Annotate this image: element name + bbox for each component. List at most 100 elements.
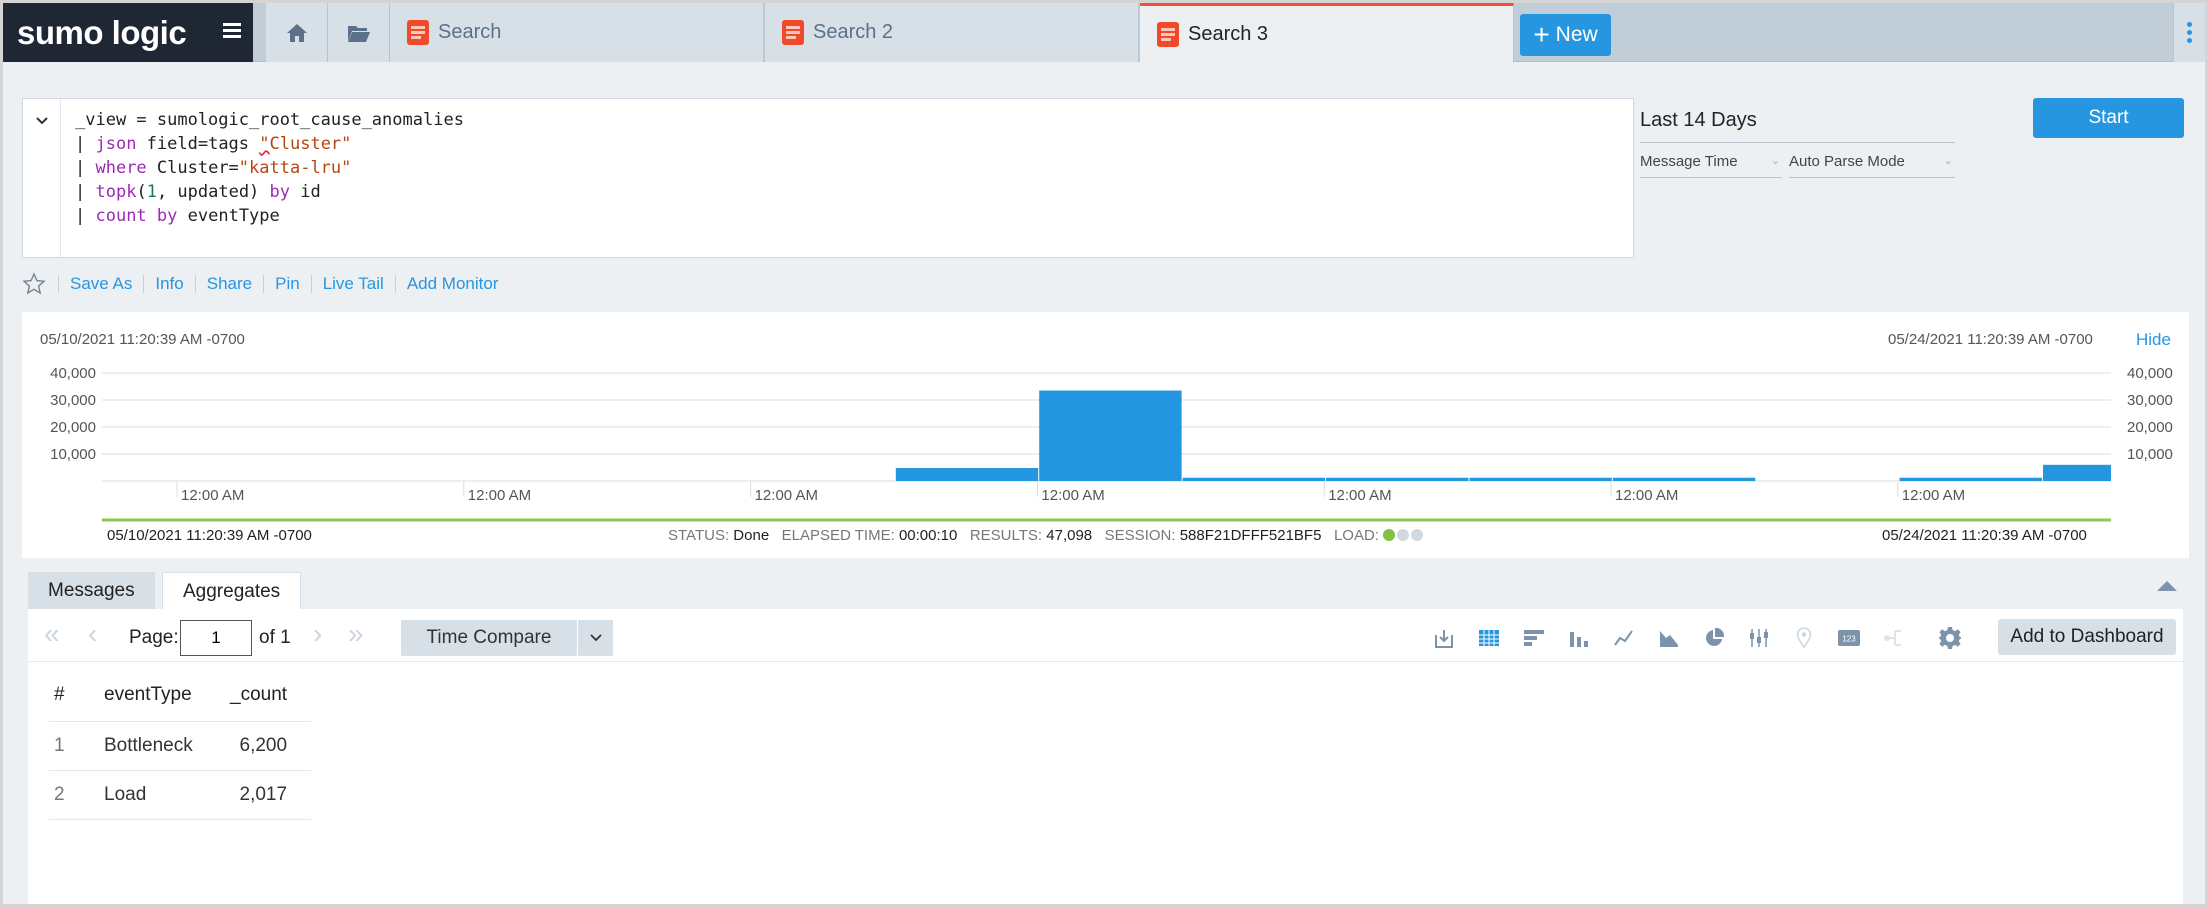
star-icon[interactable] <box>22 272 46 296</box>
page-count: of 1 <box>259 627 291 648</box>
time-compare-dropdown[interactable] <box>578 620 613 656</box>
bar-chart-icon[interactable] <box>1522 626 1546 650</box>
collapse-up-icon[interactable] <box>2157 581 2177 591</box>
info-link[interactable]: Info <box>143 275 194 293</box>
session-label: SESSION: <box>1104 527 1176 544</box>
area-chart-icon[interactable] <box>1657 626 1681 650</box>
results-panel: « ‹ Page: of 1 › » Time Compare 123 A <box>28 609 2183 904</box>
page-input[interactable] <box>180 620 252 656</box>
chevron-down-icon[interactable] <box>34 113 50 129</box>
query-line-2: | json field=tags "Cluster" <box>75 134 352 154</box>
prev-page-icon[interactable]: ‹ <box>88 620 97 648</box>
next-page-icon[interactable]: › <box>313 620 322 648</box>
time-type-value: Message Time <box>1640 153 1738 170</box>
logo[interactable]: sumo logic <box>3 3 253 62</box>
folder-icon <box>347 25 370 42</box>
load-dot-2 <box>1397 529 1410 541</box>
y-tick-label-right: 20,000 <box>2127 419 2173 436</box>
histogram-bar <box>1469 477 1612 481</box>
map-pin-icon[interactable] <box>1792 626 1816 650</box>
more-options-icon[interactable] <box>2173 3 2205 62</box>
row-index: 1 <box>49 721 99 771</box>
svg-text:123: 123 <box>1842 635 1856 644</box>
aggregates-table: # eventType _count 1 Bottleneck 6,200 2 … <box>49 669 312 820</box>
histogram-bar <box>1182 477 1325 481</box>
box-plot-icon[interactable] <box>1747 626 1771 650</box>
time-range-value: Last 14 Days <box>1640 109 1757 131</box>
row-eventtype: Load <box>99 770 225 820</box>
query-line-5: | count by eventType <box>75 206 280 226</box>
add-to-dashboard-button[interactable]: Add to Dashboard <box>1998 619 2176 655</box>
table-view-icon[interactable] <box>1477 626 1501 650</box>
status-end-time: 05/24/2021 11:20:39 AM -0700 <box>1882 527 2087 544</box>
share-link[interactable]: Share <box>194 275 263 293</box>
tab-label: Messages <box>48 579 135 601</box>
histogram-panel: 05/10/2021 11:20:39 AM -0700 05/24/2021 … <box>22 312 2189 558</box>
query-line-3: | where Cluster="katta-lru" <box>75 158 352 178</box>
results-toolbar: « ‹ Page: of 1 › » Time Compare 123 A <box>28 609 2183 662</box>
elapsed-value: 00:00:10 <box>898 527 958 544</box>
y-tick-label-left: 20,000 <box>50 419 96 436</box>
histogram-bar <box>1899 477 2042 481</box>
tab-search-2[interactable]: Search 2 <box>765 3 1139 62</box>
single-value-icon[interactable]: 123 <box>1837 626 1861 650</box>
histogram-bar <box>895 468 1039 481</box>
table-header-row: # eventType _count <box>49 669 312 722</box>
results-value: 47,098 <box>1046 527 1093 544</box>
y-tick-label-left: 40,000 <box>50 365 96 382</box>
start-button[interactable]: Start <box>2033 98 2184 138</box>
histogram-chart[interactable]: 10,000 10,000 20,000 20,000 30,000 30,000 40,0… <box>22 312 2189 558</box>
time-range-input[interactable]: Last 14 Days <box>1640 109 1955 143</box>
live-tail-link[interactable]: Live Tail <box>310 275 395 293</box>
first-page-icon[interactable]: « <box>44 620 60 648</box>
time-type-select[interactable]: Message Time ⌄ <box>1640 146 1782 178</box>
query-line-4: | topk(1, updated) by id <box>75 182 321 202</box>
plus-icon: + <box>1533 19 1550 50</box>
parse-mode-value: Auto Parse Mode <box>1789 153 1905 170</box>
add-monitor-link[interactable]: Add Monitor <box>394 275 510 293</box>
session-value: 588F21DFFF521BF5 <box>1179 527 1322 544</box>
tab-label: Search 3 <box>1188 23 1269 45</box>
home-icon <box>286 23 307 42</box>
last-page-icon[interactable]: » <box>348 620 364 648</box>
status-value: Done <box>733 527 770 544</box>
column-header-count[interactable]: _count <box>225 669 312 722</box>
elapsed-label: ELAPSED TIME: <box>781 527 895 544</box>
column-chart-icon[interactable] <box>1567 626 1591 650</box>
download-icon[interactable] <box>1432 626 1456 650</box>
pie-chart-icon[interactable] <box>1702 626 1726 650</box>
library-button[interactable] <box>328 3 390 62</box>
y-tick-label-right: 40,000 <box>2127 365 2173 382</box>
logo-text: sumo logic <box>17 13 187 51</box>
top-bar: sumo logic Search Search 2 Search 3 + Ne… <box>3 3 2205 63</box>
pin-link[interactable]: Pin <box>263 275 311 293</box>
row-index: 2 <box>49 770 99 820</box>
home-button[interactable] <box>266 3 328 62</box>
query-editor[interactable]: _view = sumologic_root_cause_anomalies |… <box>22 98 1634 258</box>
line-chart-icon[interactable] <box>1612 626 1636 650</box>
new-label: New <box>1555 23 1598 46</box>
transaction-flow-icon[interactable] <box>1882 626 1906 650</box>
tab-messages[interactable]: Messages <box>28 572 155 609</box>
parse-mode-select[interactable]: Auto Parse Mode ⌄ <box>1789 146 1955 178</box>
x-tick-label: 12:00 AM <box>755 487 818 504</box>
table-row: 2 Load 2,017 <box>49 770 312 820</box>
column-header-index[interactable]: # <box>49 669 99 722</box>
menu-icon[interactable] <box>223 23 241 41</box>
histogram-bar <box>2043 464 2111 481</box>
gear-icon[interactable] <box>1938 626 1962 650</box>
column-header-eventtype[interactable]: eventType <box>99 669 225 722</box>
tab-search[interactable]: Search <box>390 3 764 62</box>
query-code[interactable]: _view = sumologic_root_cause_anomalies |… <box>75 108 464 228</box>
tab-search-3[interactable]: Search 3 <box>1140 3 1514 63</box>
search-doc-icon <box>407 20 429 45</box>
new-tab-button[interactable]: + New <box>1520 14 1611 56</box>
time-compare-button[interactable]: Time Compare <box>401 620 577 656</box>
query-line-1: _view = sumologic_root_cause_anomalies <box>75 110 464 130</box>
save-as-link[interactable]: Save As <box>58 275 143 293</box>
y-tick-label-right: 30,000 <box>2127 392 2173 409</box>
results-label: RESULTS: <box>969 527 1043 544</box>
y-tick-label-left: 30,000 <box>50 392 96 409</box>
status-start-time: 05/10/2021 11:20:39 AM -0700 <box>107 527 312 544</box>
tab-aggregates[interactable]: Aggregates <box>162 572 302 610</box>
